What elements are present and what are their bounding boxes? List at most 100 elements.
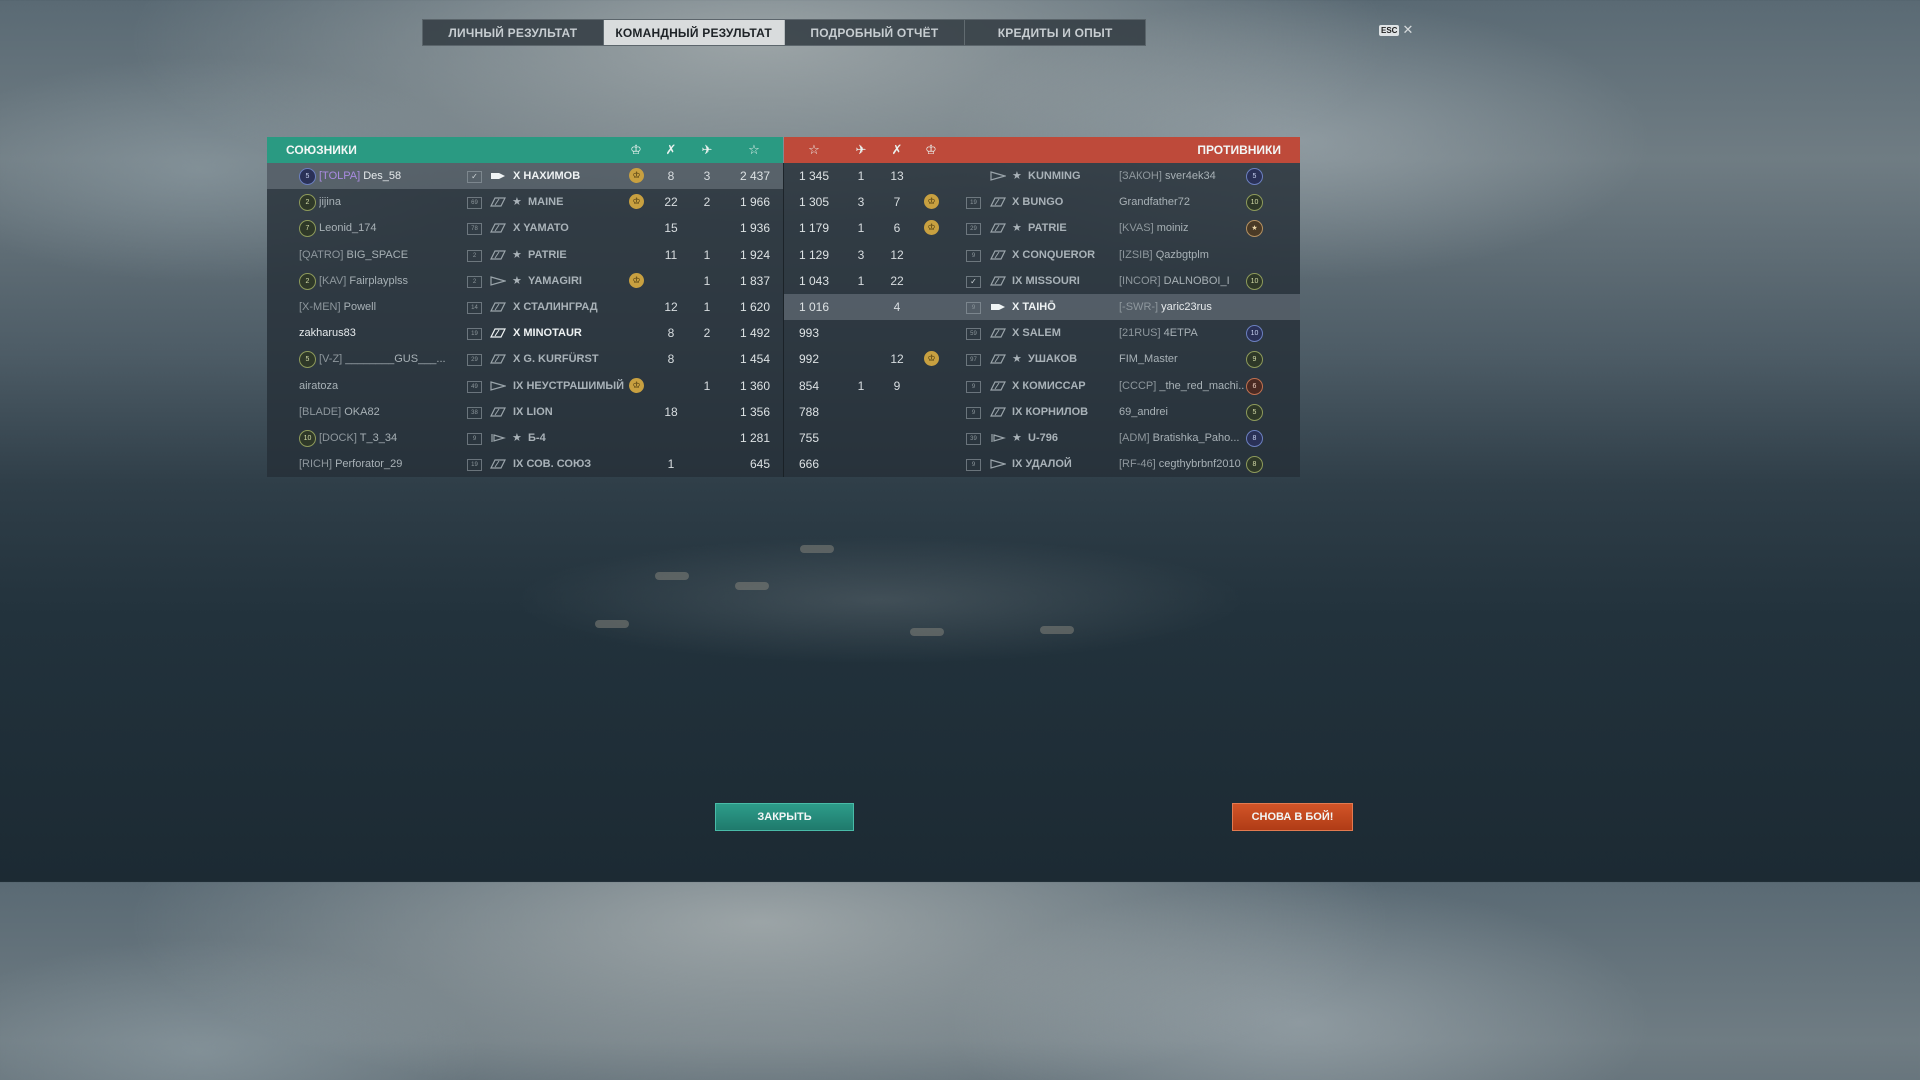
clan-tag: [BLADE]: [299, 405, 342, 418]
player-name[interactable]: [CCCP] _the_red_machi...: [1119, 373, 1244, 399]
player-nick: Des_58: [363, 170, 402, 182]
player-name[interactable]: [INCOR] DALNOBOI_I: [1119, 268, 1244, 294]
enemy-row[interactable]: 1 016 4 9 X TAIHŌ [-SWR-] yaric23rus: [784, 294, 1300, 320]
enemy-row[interactable]: 993 59 X SALEM [21RUS] 4ETPA 10: [784, 320, 1300, 346]
planes-count: [846, 451, 876, 477]
enemy-row[interactable]: 1 345 1 13 ★ KUNMING [ЗАКОН] sver4ek34 5: [784, 163, 1300, 189]
ally-row[interactable]: 2 jijina 69 ★ MAINE ♔ 22 2 1 966: [267, 189, 783, 215]
ship-class-battleship-icon: [490, 302, 506, 312]
service-level-icon: 9: [467, 433, 482, 445]
ship-class-battleship-icon: [990, 276, 1006, 286]
clan-tag: [TOLPA]: [319, 170, 361, 182]
crossed-swords-icon: ✗: [665, 142, 677, 157]
tab-3[interactable]: ПОДРОБНЫЙ ОТЧЁТ: [785, 20, 966, 45]
ship-class-submarine-icon: [490, 433, 507, 443]
enemy-row[interactable]: 1 129 3 12 9 X CONQUEROR [IZSIB] Qazbgtplm: [784, 242, 1300, 268]
player-name[interactable]: [KVAS] moiniz: [1119, 215, 1244, 241]
player-name[interactable]: [RF-46] cegthybrbnf2010: [1119, 451, 1244, 477]
ally-row[interactable]: [BLADE] OKA82 38 IX LION 18 1 356: [267, 399, 783, 425]
tab-2[interactable]: КОМАНДНЫЙ РЕЗУЛЬТАТ: [603, 20, 785, 45]
ally-row[interactable]: [X-MEN] Powell 14 X СТАЛИНГРАД 12 1 1 620: [267, 294, 783, 320]
ally-row[interactable]: [QATRO] BIG_SPACE 2 ★ PATRIE 11 1 1 924: [267, 242, 783, 268]
ship-name: PATRIE: [1028, 222, 1067, 235]
enemy-row[interactable]: 1 179 1 6 ♔ 29 ★ PATRIE [KVAS] moiniz ★: [784, 215, 1300, 241]
close-button[interactable]: ЗАКРЫТЬ: [715, 803, 854, 831]
enemy-row[interactable]: 854 1 9 9 X КОМИССАР [CCCP] _the_red_machi...…: [784, 373, 1300, 399]
ship-name: УШАКОВ: [1028, 353, 1078, 366]
ship-name: X MINOTAUR: [513, 327, 582, 340]
enemy-row[interactable]: 1 305 3 7 ♔ 19 X BUNGO Grandfather72 10: [784, 189, 1300, 215]
kraken-icon: ♔: [630, 142, 642, 157]
planes-count: 3: [857, 195, 865, 210]
ship-name: Б-4: [528, 432, 546, 444]
premium-star-icon: ★: [1012, 432, 1022, 444]
premium-star-icon: ★: [1012, 353, 1022, 366]
ally-row[interactable]: 5 [TOLPA] Des_58 ✓ X НАХИМОВ ♔ 8 3 2 437: [267, 163, 783, 189]
player-nick: moiniz: [1156, 222, 1189, 235]
player-name[interactable]: Leonid_174: [319, 215, 469, 241]
plane-icon: ✈: [701, 142, 713, 157]
frags-count: [656, 425, 686, 451]
kraken-icon: ♔: [925, 142, 937, 157]
player-name[interactable]: [ЗАКОН] sver4ek34: [1119, 163, 1244, 189]
player-nick: Perforator_29: [335, 458, 403, 471]
ally-row[interactable]: 2 [KAV] Fairplayplss 2 ★ YAMAGIRI ♔ 1 1 837: [267, 268, 783, 294]
close-icon[interactable]: ✕: [1402, 22, 1413, 38]
player-name[interactable]: FIM_Master: [1119, 346, 1244, 372]
team-divider: [783, 163, 784, 477]
player-name[interactable]: [ADM] Bratishka_Paho...: [1119, 425, 1244, 451]
player-name[interactable]: jijina: [319, 189, 469, 215]
ship-name: U-796: [1028, 432, 1058, 444]
ship-name: MAINE: [528, 196, 564, 209]
player-name[interactable]: [DOCK] T_3_34: [319, 425, 469, 451]
ship-class-battleship-icon: [490, 197, 506, 207]
clan-tag: [V-Z]: [319, 353, 343, 366]
premium-star-icon: ★: [1012, 222, 1022, 235]
player-name[interactable]: [BLADE] OKA82: [299, 399, 449, 425]
planes-count: 3: [857, 247, 865, 262]
ally-row[interactable]: 10 [DOCK] T_3_34 9 ★ Б-4 1 281: [267, 425, 783, 451]
ally-row[interactable]: 7 Leonid_174 78 X YAMATO 15 1 936: [267, 215, 783, 241]
player-name[interactable]: [X-MEN] Powell: [299, 294, 449, 320]
player-name[interactable]: [IZSIB] Qazbgtplm: [1119, 242, 1244, 268]
enemy-row[interactable]: 666 9 IX УДАЛОЙ [RF-46] cegthybrbnf2010 8: [784, 451, 1300, 477]
ally-row[interactable]: [RICH] Perforator_29 19 IX СОВ. СОЮЗ 1 645: [267, 451, 783, 477]
frags-count: 8: [667, 169, 675, 183]
service-level-icon: 39: [966, 433, 981, 445]
rank-badge-icon: 9: [1246, 351, 1263, 369]
player-name[interactable]: [-SWR-] yaric23rus: [1119, 294, 1244, 320]
player-name[interactable]: airatoza: [299, 373, 449, 399]
background-plane: [910, 628, 944, 636]
ship-name: X YAMATO: [513, 222, 569, 235]
player-name[interactable]: 69_andrei: [1119, 399, 1244, 425]
ship-class-battleship-icon: [990, 380, 1006, 391]
enemies-title: ПРОТИВНИКИ: [1197, 143, 1281, 157]
player-nick: Leonid_174: [319, 222, 377, 235]
player-name[interactable]: [21RUS] 4ETPA: [1119, 320, 1244, 346]
enemy-row[interactable]: 1 043 1 22 ✓ IX MISSOURI [INCOR] DALNOBOI_I 10: [784, 268, 1300, 294]
player-name[interactable]: [TOLPA] Des_58: [319, 163, 469, 189]
planes-count: 1: [857, 378, 865, 393]
tab-1[interactable]: ЛИЧНЫЙ РЕЗУЛЬТАТ: [423, 20, 604, 45]
enemy-row[interactable]: 788 9 IX КОРНИЛОВ 69_andrei 5: [784, 399, 1300, 425]
kraken-icon: ♔: [924, 220, 939, 236]
player-name[interactable]: zakharus83: [299, 320, 449, 346]
player-name[interactable]: [RICH] Perforator_29: [299, 451, 449, 477]
player-name[interactable]: [QATRO] BIG_SPACE: [299, 242, 449, 268]
ship-name: IX LION: [513, 405, 553, 418]
tab-4[interactable]: КРЕДИТЫ И ОПЫТ: [965, 20, 1145, 45]
enemy-row[interactable]: 755 39 ★ U-796 [ADM] Bratishka_Paho... 8: [784, 425, 1300, 451]
battle-again-button[interactable]: СНОВА В БОЙ!: [1232, 803, 1353, 831]
esc-close[interactable]: ESC ✕: [1379, 22, 1413, 38]
player-name[interactable]: Grandfather72: [1119, 189, 1244, 215]
base-xp: 1 966: [739, 195, 770, 210]
ally-row[interactable]: airatoza 49 IX НЕУСТРАШИМЫЙ ♔ 1 1 360: [267, 373, 783, 399]
player-name[interactable]: [V-Z] ________GUS___...: [319, 346, 469, 372]
ally-row[interactable]: zakharus83 19 X MINOTAUR 8 2 1 492: [267, 320, 783, 346]
ship-name: X СТАЛИНГРАД: [513, 301, 598, 313]
player-name[interactable]: [KAV] Fairplayplss: [319, 268, 469, 294]
enemy-row[interactable]: 992 12 ♔ 97 ★ УШАКОВ FIM_Master 9: [784, 346, 1300, 372]
service-level-icon: 9: [966, 249, 981, 262]
ally-row[interactable]: 5 [V-Z] ________GUS___... 29 X G. KURFÜRST 8…: [267, 346, 783, 372]
kraken-icon: ♔: [629, 168, 644, 183]
